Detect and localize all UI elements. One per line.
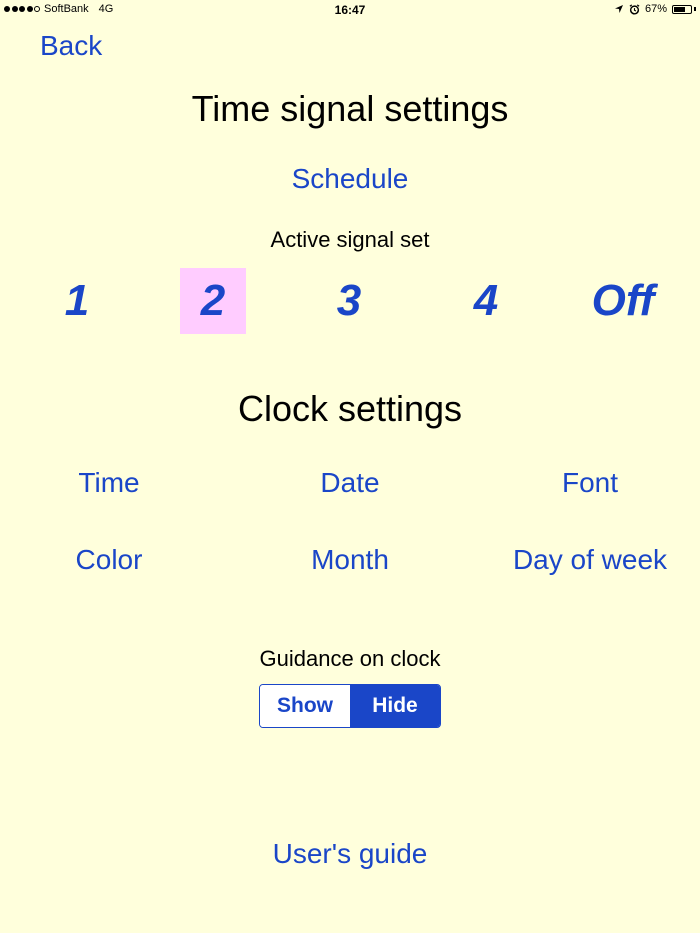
clock-month-button[interactable]: Month [230, 544, 470, 576]
clock-font-button[interactable]: Font [470, 467, 700, 499]
clock-color-button[interactable]: Color [0, 544, 229, 576]
guidance-segmented-control: Show Hide [259, 684, 441, 728]
signal-set-2[interactable]: 2 [180, 268, 246, 334]
alarm-icon [629, 3, 640, 15]
guidance-show-segment[interactable]: Show [260, 685, 350, 727]
battery-cap [694, 7, 696, 11]
battery-percent: 67% [644, 3, 667, 15]
active-signal-label: Active signal set [270, 227, 430, 252]
users-guide-row: User's guide [0, 838, 700, 870]
battery-fill [674, 6, 685, 12]
clock-date-button[interactable]: Date [230, 467, 470, 499]
schedule-row: Schedule [0, 163, 700, 195]
status-right: 67% [614, 3, 696, 15]
signal-set-4[interactable]: 4 [453, 268, 519, 334]
clock-time-button[interactable]: Time [0, 467, 229, 499]
clock-day-of-week-button[interactable]: Day of week [470, 544, 700, 576]
signal-set-1[interactable]: 1 [44, 268, 110, 334]
schedule-button[interactable]: Schedule [292, 163, 409, 194]
users-guide-button[interactable]: User's guide [273, 838, 428, 869]
battery-icon [672, 4, 692, 14]
signal-set-3[interactable]: 3 [316, 268, 382, 334]
status-time: 16:47 [334, 3, 366, 17]
status-bar: SoftBank 4G 16:47 67% [0, 0, 700, 20]
back-button[interactable]: Back [40, 30, 102, 62]
clock-settings-title: Clock settings [237, 388, 463, 429]
guidance-hide-segment[interactable]: Hide [350, 685, 440, 727]
location-arrow-icon [614, 5, 623, 13]
time-signal-title: Time signal settings [191, 88, 509, 129]
guidance-label: Guidance on clock [259, 646, 441, 671]
signal-set-off[interactable]: Off [573, 268, 673, 334]
